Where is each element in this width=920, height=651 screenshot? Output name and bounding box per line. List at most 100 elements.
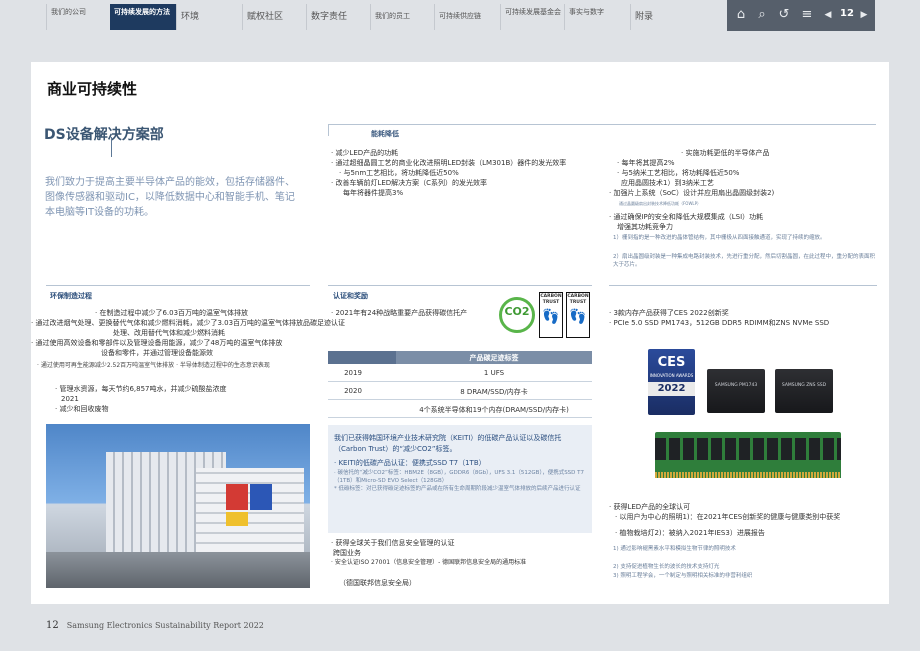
tab-facts-figures[interactable]: 事实与数字	[564, 4, 630, 30]
divider	[111, 137, 112, 157]
awards-list: · 3款内存产品获得了CES 2022创新奖 · PCIe 5.0 SSD PM…	[609, 308, 879, 328]
ces-award-badge: CES INNOVATION AWARDS 2022	[648, 349, 695, 415]
menu-icon[interactable]: ≡	[799, 7, 815, 23]
tab-community[interactable]: 赋权社区	[242, 4, 306, 30]
tab-our-people[interactable]: 我们的员工	[370, 4, 434, 30]
list-item: · 在制造过程中减少了6.03百万吨的温室气体排放	[95, 309, 249, 317]
eco-process-list-2: · 管理水资源，每天节约6,857吨水，并减少硫酸盐浓度 2021 · 减少和回…	[55, 384, 315, 414]
list-item: · 加强片上系统（SoC）设计并应用扇出晶圆级封装2)	[609, 189, 775, 197]
ssd-product-image: SAMSUNG ZNS SSD	[775, 369, 833, 413]
list-item: · 与5纳米工艺相比，将功耗降低近50%	[617, 169, 740, 177]
footnote: 通过晶圆级扇出封装技术降低功耗（FOWLP）	[619, 201, 702, 206]
footnote: 3) 照明工程学会，一个制定与照明相关标准的非营利组织	[613, 573, 753, 579]
carbon-trust-logo: CARBON TRUST 👣	[566, 292, 590, 338]
footer-report-title: Samsung Electronics Sustainability Repor…	[66, 621, 264, 630]
search-icon[interactable]: ⌕	[754, 7, 770, 23]
table-header: 产品碳足迹标签	[328, 351, 592, 364]
divider	[328, 124, 329, 136]
table-row: 4个系统半导体和19个内存(DRAM/SSD/内存卡)	[328, 400, 592, 418]
list-item: · 2021年有24种战略重要产品获得碳信托产	[331, 309, 468, 317]
footnote: 1）栅到指的是一种改进的晶体管结构，其中栅极从四面接触通道，实现了持续的缩放。	[613, 235, 826, 241]
home-icon[interactable]: ⌂	[733, 7, 749, 23]
table-row: 2019 1 UFS	[328, 364, 592, 382]
energy-header: 能耗降低	[371, 130, 399, 138]
list-item: · 管理水资源，每天节约6,857吨水，并减少硫酸盐浓度	[55, 385, 227, 393]
section-title: DS设备解决方案部	[44, 127, 164, 143]
list-item: · 以用户为中心的照明1)：在2021年CES创新奖的健康与健康类别中获奖	[615, 513, 841, 521]
list-item: 设备和零件，并通过管理设备能源效	[101, 349, 213, 357]
energy-right-list-2: · 通过确保IP的安全和降低大规模集成（LSI）功耗 增强其功耗竞争力	[609, 212, 879, 232]
certification-info-box: 我们已获得韩国环境产业技术研究院（KEITI）的低碳产品认证以及碳信托（Carb…	[328, 425, 592, 533]
carbon-label-table: 产品碳足迹标签 2019 1 UFS 2020 8 DRAM/SSD/内存卡 4…	[328, 351, 592, 418]
list-item: 增强其功耗竞争力	[617, 223, 673, 231]
next-page-icon[interactable]: ▶	[856, 7, 872, 23]
list-item: · 与5nm工艺相比，将功耗降低近50%	[339, 169, 459, 177]
list-item: · 安全认证ISO 27001（信息安全管理）- 德国联邦信息安全局的通用标准	[331, 559, 527, 566]
energy-right-list: · 实施功耗更低的半导体产品 · 每年将其提高2% · 与5纳米工艺相比，将功耗…	[609, 148, 879, 198]
ssd-product-image: SAMSUNG PM1743	[707, 369, 765, 413]
certification-header: 认证和奖励	[333, 292, 368, 300]
footer-page-number: 12	[46, 620, 59, 631]
list-item: · 减少LED产品的功耗	[331, 149, 399, 157]
info-text: · KEITI的低碳产品认证：便携式SSD T7（1TB）	[334, 459, 486, 467]
list-item: · 通过使用高效设备和零部件以及管理设备用能源，减少了48万吨的温室气体排放	[31, 339, 283, 347]
toolbar: ⌂ ⌕ ↺ ≡ ◀ 12 ▶	[727, 0, 875, 31]
list-item: · 获得全球关于我们信息安全管理的认证	[331, 539, 455, 547]
list-item: 每年将器件提高3%	[343, 189, 404, 197]
co2-reduction-logo: CO2	[499, 297, 535, 333]
tab-environment[interactable]: 环境	[176, 4, 242, 30]
content-card: 商业可持续性 DS设备解决方案部 我们致力于提高主要半导体产品的能效，包括存储器…	[31, 62, 889, 604]
eco-process-header: 环保制造过程	[50, 292, 92, 300]
table-row: 2020 8 DRAM/SSD/内存卡	[328, 382, 592, 400]
footnote: 1) 通过影响褪黑素水平和模拟生物节律的照明技术	[613, 546, 736, 552]
footprint-icon: 👣	[542, 309, 560, 325]
tab-digital-responsibility[interactable]: 数字责任	[306, 4, 370, 30]
info-text: 我们已获得韩国环境产业技术研究院（KEITI）的低碳产品认证以及碳信托（Carb…	[334, 434, 562, 453]
tab-our-company[interactable]: 我们的公司	[46, 4, 110, 30]
divider	[609, 285, 877, 286]
list-item: （德国联邦信息安全局）	[339, 579, 416, 587]
list-item: · 通过改进烟气处理、更换替代气体和减少燃料消耗，减少了3.03百万吨的温室气体…	[31, 319, 346, 327]
list-item: · 通过超细晶圆工艺的商业化改进照明LED封装（LM301B）器件的发光效率	[331, 159, 567, 167]
ram-module-image	[655, 432, 841, 476]
list-item: · 通过使用可再生能源减少2.52百万吨温室气体排放 · 半导体制造过程中的生态…	[37, 362, 270, 369]
page-footer: 12 Samsung Electronics Sustainability Rep…	[46, 620, 264, 631]
list-item: · 获得LED产品的全球认可	[609, 503, 691, 511]
list-item: 2021	[61, 395, 79, 403]
top-navigation: 我们的公司 可持续发展的方法 环境 赋权社区 数字责任 我们的员工 可持续供应链…	[0, 0, 920, 32]
footnote: 2) 支持促进植物生长的波长的技术支持灯光	[613, 564, 720, 570]
tab-foundation[interactable]: 可持续发展基金会	[500, 4, 564, 30]
back-icon[interactable]: ↺	[776, 7, 792, 23]
list-item: · 3款内存产品获得了CES 2022创新奖	[609, 309, 729, 317]
eco-process-list: · 在制造过程中减少了6.03百万吨的温室气体排放 · 通过改进烟气处理、更换替…	[31, 308, 346, 358]
list-item: · PCIe 5.0 SSD PM1743，512GB DDR5 RDIMM和Z…	[609, 319, 830, 327]
divider	[328, 124, 876, 125]
page-number: 12	[840, 8, 854, 19]
list-item: · 植物栽培灯2)：被纳入2021年IES3）进展报告	[615, 529, 765, 537]
tab-appendix[interactable]: 附录	[630, 4, 720, 30]
list-item: 处理、改用替代气体和减少燃料消耗	[113, 329, 225, 337]
tab-sustainability-approach[interactable]: 可持续发展的方法	[110, 4, 176, 30]
energy-left-list: · 减少LED产品的功耗 · 通过超细晶圆工艺的商业化改进照明LED封装（LM3…	[331, 148, 621, 198]
list-item: · 每年将其提高2%	[617, 159, 675, 167]
divider	[328, 285, 592, 286]
prev-page-icon[interactable]: ◀	[820, 7, 836, 23]
carbon-trust-logo: CARBON TRUST 👣	[539, 292, 563, 338]
info-text: · 碳信托的“减少CO2”标签：HBM2E（8GB），GDDR6（8Gb），UF…	[334, 470, 585, 484]
intro-text: 我们致力于提高主要半导体产品的能效，包括存储器件、图像传感器和驱动IC，以降低数…	[45, 177, 295, 218]
iso-list: · 获得全球关于我们信息安全管理的认证 跨国业务 · 安全认证ISO 27001…	[331, 538, 595, 588]
tab-supply-chain[interactable]: 可持续供应链	[434, 4, 500, 30]
divider	[46, 285, 310, 286]
list-item: · 改善车辆前灯LED解决方案（C系列）的发光效率	[331, 179, 488, 187]
list-item: 跨国业务	[333, 549, 361, 557]
list-item: · 减少和回收废物	[55, 405, 109, 413]
awards-list-2: · 获得LED产品的全球认可 · 以用户为中心的照明1)：在2021年CES创新…	[609, 502, 881, 538]
info-text: * 低碳标签：对已获得碳足迹标签的产品或在所有生命周期阶段减少温室气体排放的后续…	[334, 486, 581, 492]
list-item: · 通过确保IP的安全和降低大规模集成（LSI）功耗	[609, 213, 764, 221]
footprint-icon: 👣	[569, 309, 587, 325]
list-item: 应用晶圆技术1）到3纳米工艺	[621, 179, 714, 187]
page-title: 商业可持续性	[47, 80, 138, 98]
footnote: 2）扇出晶圆级封装是一种集成电路封装技术，先进行重分配，然后切割晶圆，在此过程中…	[613, 254, 876, 268]
factory-photo	[46, 424, 310, 588]
list-item: · 实施功耗更低的半导体产品	[681, 149, 770, 157]
